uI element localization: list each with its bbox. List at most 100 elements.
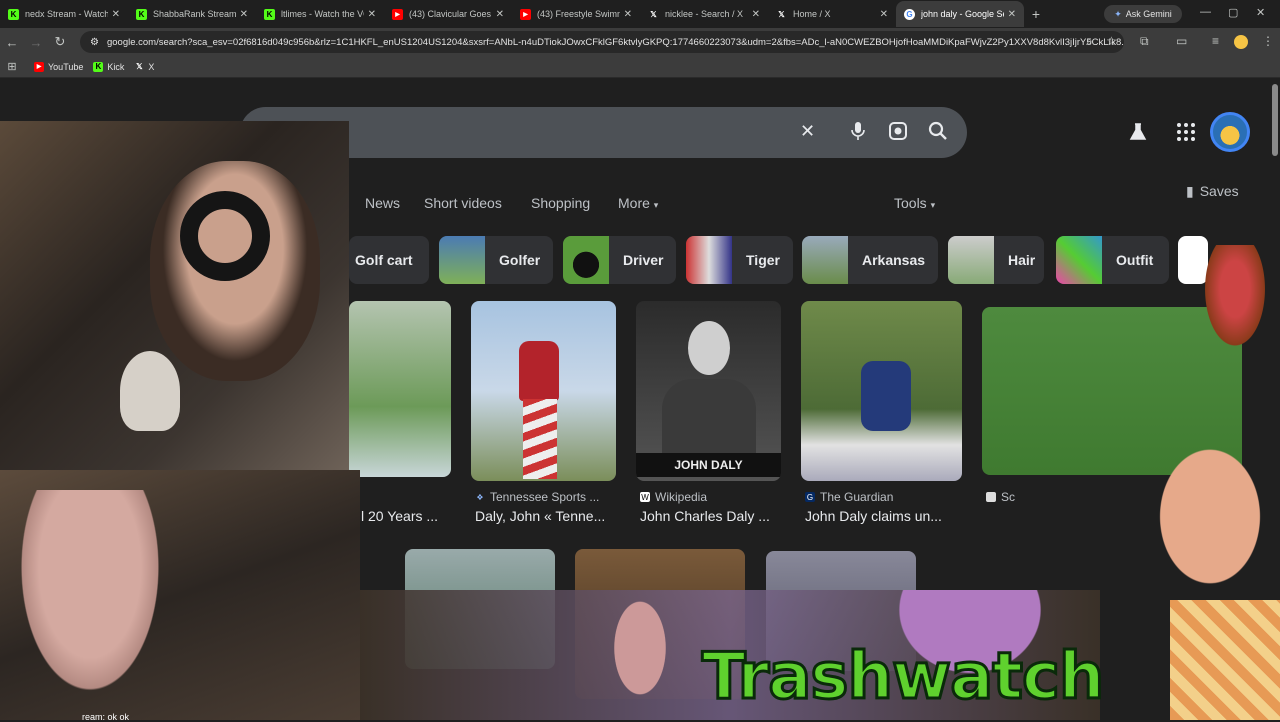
menu-icon[interactable]: ⋮ xyxy=(1262,34,1274,48)
image-result-4[interactable] xyxy=(801,301,962,481)
chip-thumbnail xyxy=(1056,236,1102,284)
chip-arkansas[interactable]: Arkansas xyxy=(802,236,938,284)
hawaiian-shirt xyxy=(1170,600,1280,720)
rooster-overlay xyxy=(1180,225,1280,375)
reload-icon[interactable]: ↻ xyxy=(48,34,72,50)
close-icon[interactable]: ✕ xyxy=(800,121,815,142)
browser-tab[interactable]: ▶ (43) Freestyle Swimmin ✕ xyxy=(512,1,640,27)
tab-close-icon[interactable]: ✕ xyxy=(880,9,888,20)
tab-close-icon[interactable]: ✕ xyxy=(240,9,248,20)
youtube-icon: ▶ xyxy=(520,8,531,20)
chip-thumbnail xyxy=(563,236,609,284)
forward-icon[interactable]: → xyxy=(24,35,48,50)
apps-icon[interactable]: ⊞ xyxy=(0,60,24,73)
minimize-icon[interactable]: — xyxy=(1200,6,1211,18)
image-result-1[interactable] xyxy=(349,301,451,477)
tools-button[interactable]: Tools ▾ xyxy=(894,195,935,211)
image-result-2[interactable] xyxy=(471,301,616,481)
new-tab-button[interactable]: + xyxy=(1024,6,1048,22)
zoom-icon[interactable]: ⌕ xyxy=(1086,34,1093,49)
result-4-caption[interactable]: John Daly claims un... xyxy=(805,508,942,524)
account-avatar[interactable] xyxy=(1210,112,1250,152)
stream-chat-text: ream: ok ok xyxy=(82,712,130,722)
bookmark-label: Kick xyxy=(107,61,125,72)
browser-tab[interactable]: ▶ (43) Clavicular Goes to ✕ xyxy=(384,1,512,27)
browser-tab[interactable]: K ShabbaRank Stream - ✕ xyxy=(128,1,256,27)
chip-hair[interactable]: Hair xyxy=(948,236,1044,284)
result-5-source[interactable]: Sc xyxy=(986,490,1015,504)
close-window-icon[interactable]: ✕ xyxy=(1256,6,1265,19)
ask-gemini-button[interactable]: ✦ Ask Gemini xyxy=(1104,5,1182,23)
tennessee-sports-icon: ❖ xyxy=(476,492,484,502)
chip-label: Tiger xyxy=(746,252,780,268)
kick-icon: K xyxy=(136,8,147,20)
media-icon[interactable]: ≡ xyxy=(1212,34,1219,48)
maximize-icon[interactable]: ▢ xyxy=(1228,6,1238,19)
result-4-source[interactable]: G The Guardian xyxy=(805,490,893,504)
webcam-overlay xyxy=(0,121,349,471)
chip-golfer[interactable]: Golfer xyxy=(439,236,553,284)
source-label: Tennessee Sports ... xyxy=(490,490,600,504)
tab-close-icon[interactable]: ✕ xyxy=(624,9,632,20)
tab-title: ShabbaRank Stream - xyxy=(153,9,236,19)
tab-more[interactable]: More ▾ xyxy=(618,195,658,211)
apps-grid-icon[interactable] xyxy=(1176,122,1196,147)
google-icon: G xyxy=(904,8,915,20)
tab-title: Home / X xyxy=(793,9,831,19)
back-icon[interactable]: ← xyxy=(0,35,24,50)
x-icon: 𝕏 xyxy=(136,62,143,71)
tab-close-icon[interactable]: ✕ xyxy=(112,9,120,20)
chip-label: Golf cart xyxy=(355,252,413,268)
youtube-icon: ▶ xyxy=(392,8,403,20)
bookmark-star-icon[interactable]: ☆ xyxy=(1106,34,1117,48)
chip-driver[interactable]: Driver xyxy=(563,236,676,284)
result-2-caption[interactable]: Daly, John « Tenne... xyxy=(475,508,605,524)
chip-outfit[interactable]: Outfit xyxy=(1056,236,1169,284)
browser-tab[interactable]: Kltlimes - Watch the VO ✕ xyxy=(256,1,384,27)
page-scrollbar[interactable] xyxy=(1272,84,1278,156)
tab-close-icon[interactable]: ✕ xyxy=(1008,9,1016,20)
bookmark-label: X xyxy=(148,61,155,72)
collage-bottom-left xyxy=(0,470,360,720)
result-2-source[interactable]: ❖ Tennessee Sports ... xyxy=(475,490,599,504)
tab-title: nicklee - Search / X xyxy=(665,9,744,19)
tab-shopping[interactable]: Shopping xyxy=(531,195,590,211)
bookmark-item[interactable]: ▶ YouTube xyxy=(34,61,83,72)
source-label: The Guardian xyxy=(820,490,894,504)
chip-label: Outfit xyxy=(1116,252,1154,268)
tab-close-icon[interactable]: ✕ xyxy=(368,9,376,20)
tab-close-icon[interactable]: ✕ xyxy=(752,9,760,20)
kick-icon: K xyxy=(93,61,104,72)
tab-close-icon[interactable]: ✕ xyxy=(496,9,504,20)
chip-golf-cart[interactable]: Golf cart xyxy=(349,236,429,284)
cast-icon[interactable]: ▭ xyxy=(1176,34,1187,48)
labs-flask-icon[interactable] xyxy=(1128,122,1148,147)
address-bar[interactable]: ⚙ google.com/search?sca_esv=02f6816d049c… xyxy=(80,31,1124,53)
result-1-caption[interactable]: l 20 Years ... xyxy=(361,508,438,524)
lens-icon[interactable] xyxy=(888,121,908,146)
search-icon[interactable] xyxy=(928,121,948,146)
tab-title: nedx Stream - Watch L xyxy=(25,9,108,19)
saves-button[interactable]: ▮ Saves xyxy=(1186,183,1239,200)
saves-label: Saves xyxy=(1199,183,1239,199)
extensions-icon[interactable]: ⧉ xyxy=(1140,34,1149,49)
site-info-icon[interactable]: ⚙ xyxy=(90,37,99,48)
bookmark-item[interactable]: 𝕏X xyxy=(134,62,154,72)
bookmark-item[interactable]: K Kick xyxy=(93,61,125,72)
mic-icon[interactable] xyxy=(850,121,866,146)
search-input[interactable]: ✕ xyxy=(240,107,967,158)
rooster-figure xyxy=(120,351,180,431)
tab-short-videos[interactable]: Short videos xyxy=(424,195,502,211)
portrait-suit xyxy=(662,379,756,459)
bookmark-icon: ▮ xyxy=(1186,183,1194,199)
result-3-caption[interactable]: John Charles Daly ... xyxy=(640,508,770,524)
browser-tab[interactable]: Knedx Stream - Watch L ✕ xyxy=(0,1,128,27)
chip-tiger[interactable]: Tiger xyxy=(686,236,793,284)
result-3-source[interactable]: W Wikipedia xyxy=(640,490,707,504)
browser-tab[interactable]: Gjohn daly - Google Sea ✕ xyxy=(896,1,1024,27)
tab-news[interactable]: News xyxy=(365,195,400,211)
browser-tab[interactable]: 𝕏 Home / X ✕ xyxy=(768,1,896,27)
image-result-3[interactable]: JOHN DALY xyxy=(636,301,781,481)
profile-icon[interactable] xyxy=(1234,35,1248,49)
browser-tab[interactable]: 𝕏nicklee - Search / X ✕ xyxy=(640,1,768,27)
